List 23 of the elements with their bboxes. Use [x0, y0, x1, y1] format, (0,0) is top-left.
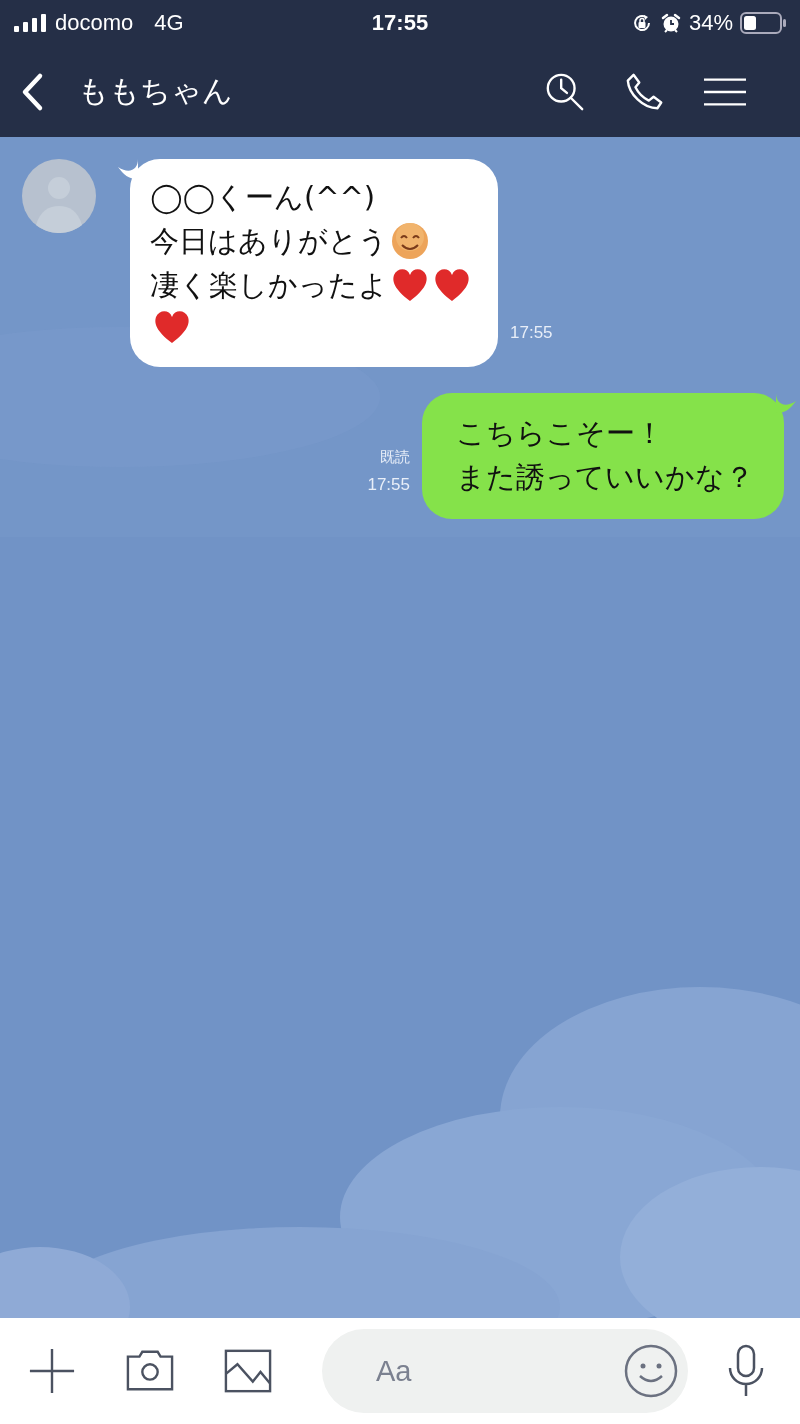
- message-input-field[interactable]: Aa: [322, 1329, 688, 1413]
- read-receipt: 既読: [380, 447, 410, 468]
- chat-title: ももちゃん: [78, 72, 234, 110]
- message-time: 17:55: [510, 322, 553, 344]
- message-text: こちらこそー！: [456, 415, 664, 452]
- image-icon[interactable]: [224, 1347, 272, 1395]
- clock-time: 17:55: [371, 10, 429, 36]
- alarm-icon: [659, 12, 682, 34]
- message-text: ◯◯くーん(^^): [150, 179, 376, 217]
- signal-icon: [14, 14, 48, 32]
- battery-percent: 34%: [688, 10, 733, 36]
- emoji-icon[interactable]: [624, 1344, 678, 1398]
- plus-icon[interactable]: [28, 1347, 76, 1395]
- network-type: 4G: [154, 10, 184, 36]
- microphone-icon[interactable]: [726, 1344, 766, 1398]
- carrier-name: docomo: [55, 10, 134, 36]
- message-text: 凄く楽しかったよ: [150, 267, 388, 304]
- message-text: また誘っていいかな？: [456, 459, 754, 496]
- smiling-face-icon: [390, 221, 430, 261]
- message-time: 17:55: [367, 474, 410, 496]
- message-text: 今日はありがとう: [150, 223, 388, 260]
- back-icon[interactable]: [20, 71, 44, 112]
- battery-icon: [740, 12, 786, 34]
